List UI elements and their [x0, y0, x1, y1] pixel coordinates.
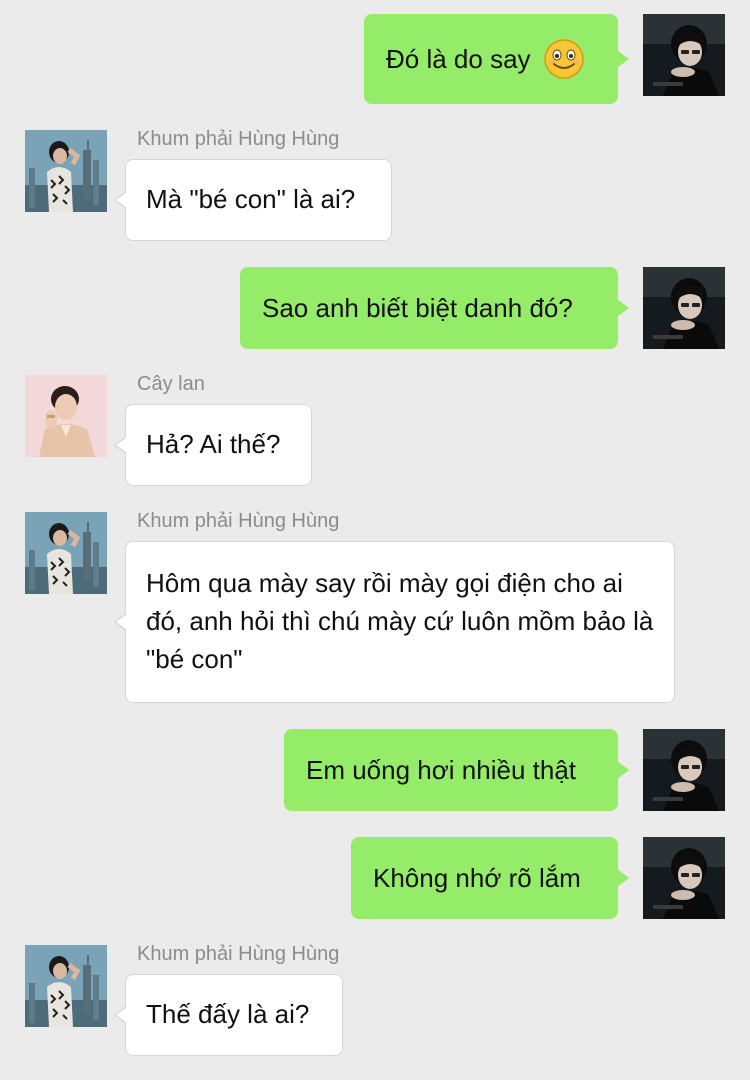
- message-text: Hả? Ai thế?: [146, 429, 281, 459]
- message-text: Không nhớ rõ lắm: [373, 863, 581, 893]
- message-text: Em uống hơi nhiều thật: [306, 755, 577, 785]
- message-bubble[interactable]: Thế đấy là ai?: [114, 974, 343, 1056]
- message-text: Đó là do say: [386, 44, 531, 74]
- message-text: Sao anh biết biệt danh đó?: [262, 293, 573, 323]
- message-text: Mà "bé con" là ai?: [146, 184, 356, 214]
- message-incoming: Khum phải Hùng Hùng Hôm qua mày say rồi …: [0, 510, 750, 703]
- message-outgoing: Sao anh biết biệt danh đó?: [0, 267, 750, 349]
- dark-portrait-avatar-icon[interactable]: [643, 14, 725, 96]
- pink-portrait-avatar-icon[interactable]: [25, 375, 107, 457]
- message-bubble[interactable]: Hôm qua mày say rồi mày gọi điện cho ai …: [114, 541, 675, 703]
- city-portrait-avatar-icon[interactable]: [25, 512, 107, 594]
- sender-name: Khum phải Hùng Hùng: [137, 510, 340, 532]
- message-text: Thế đấy là ai?: [146, 999, 310, 1029]
- message-outgoing: Em uống hơi nhiều thật: [0, 729, 750, 811]
- message-incoming: Khum phải Hùng Hùng Mà "bé con" là ai?: [0, 128, 750, 243]
- sender-name: Cây lan: [137, 373, 205, 395]
- chat-window: Đó là do say Khum phải Hùng Hùng Mà "bé …: [0, 0, 750, 1080]
- dark-portrait-avatar-icon[interactable]: [643, 729, 725, 811]
- city-portrait-avatar-icon[interactable]: [25, 945, 107, 1027]
- message-text: Hôm qua mày say rồi mày gọi điện cho ai …: [146, 568, 654, 674]
- message-bubble[interactable]: Không nhớ rõ lắm: [351, 837, 629, 919]
- message-bubble[interactable]: Hả? Ai thế?: [114, 404, 312, 486]
- dark-portrait-avatar-icon[interactable]: [643, 267, 725, 349]
- city-portrait-avatar-icon[interactable]: [25, 130, 107, 212]
- sender-name: Khum phải Hùng Hùng: [137, 128, 340, 150]
- message-bubble[interactable]: Mà "bé con" là ai?: [114, 159, 392, 241]
- message-bubble[interactable]: Đó là do say: [364, 14, 629, 104]
- message-bubble[interactable]: Em uống hơi nhiều thật: [284, 729, 629, 811]
- message-outgoing: Đó là do say: [0, 14, 750, 104]
- message-incoming: Khum phải Hùng Hùng Thế đấy là ai?: [0, 943, 750, 1058]
- message-outgoing: Không nhớ rõ lắm: [0, 837, 750, 919]
- dark-portrait-avatar-icon[interactable]: [643, 837, 725, 919]
- message-bubble[interactable]: Sao anh biết biệt danh đó?: [240, 267, 629, 349]
- smile-emoji-icon: [543, 38, 585, 80]
- message-incoming: Cây lan Hả? Ai thế?: [0, 373, 750, 488]
- sender-name: Khum phải Hùng Hùng: [137, 943, 340, 965]
